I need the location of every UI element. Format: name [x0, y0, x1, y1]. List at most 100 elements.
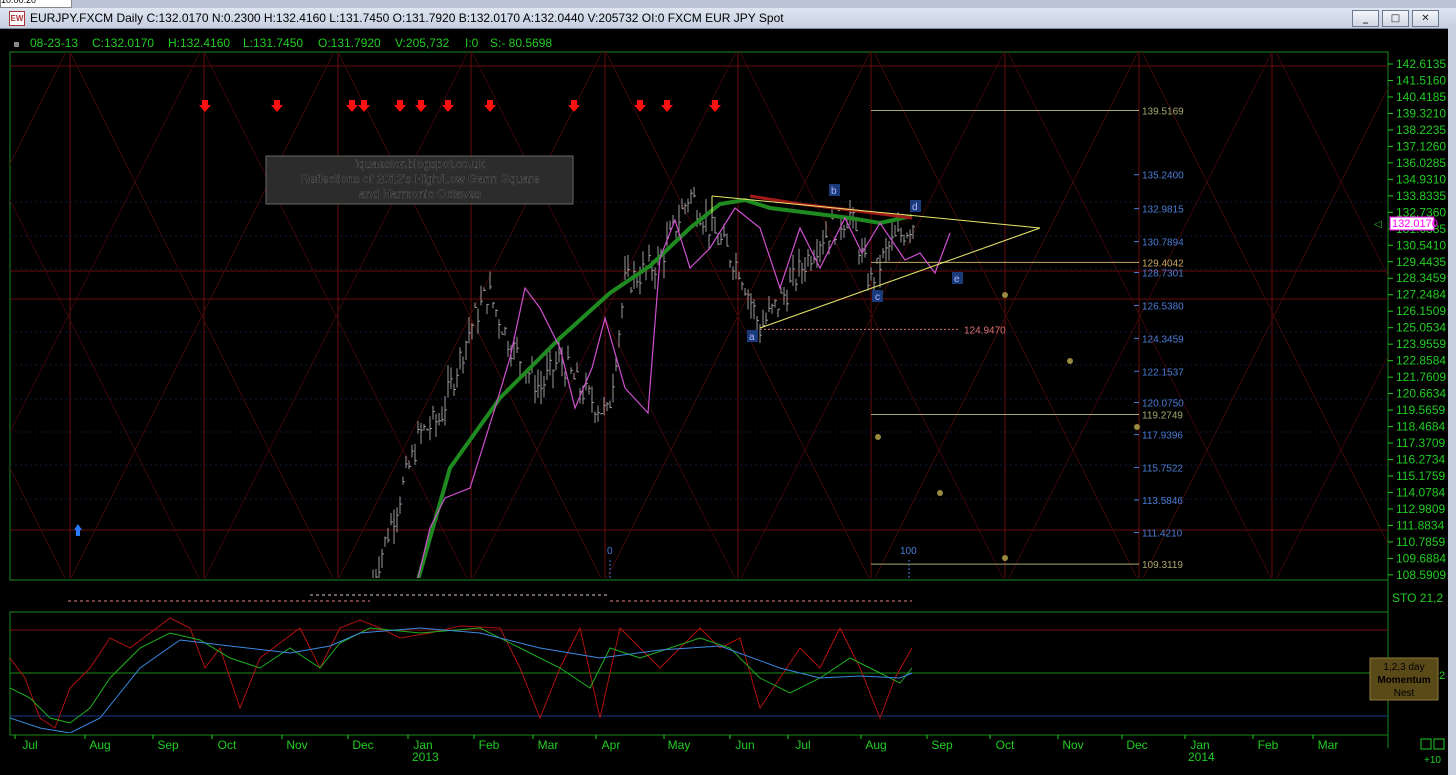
price-tick-label: 109.6884 [1396, 551, 1446, 565]
wave-label-b: b [831, 186, 837, 197]
stoch-green-line [10, 627, 913, 724]
level-label: 132.9815 [1142, 205, 1184, 216]
level-label: 124.9470 [964, 325, 1006, 336]
month-label: Apr [602, 738, 621, 752]
close-button[interactable]: ✕ [1412, 10, 1439, 27]
price-tick-label: 110.7859 [1396, 535, 1445, 549]
momentum-line2: Momentum [1377, 675, 1430, 686]
stoch-blue-line [10, 627, 913, 733]
price-tick-label: 119.5659 [1396, 403, 1445, 417]
price-tick-label: 126.1509 [1396, 304, 1446, 318]
cycle-label-100: 100 [900, 546, 917, 557]
level-label: 115.7522 [1142, 463, 1183, 474]
gann-diagonal [10, 52, 201, 434]
annotation-line3: and Harmonic Octaves [359, 187, 481, 201]
info-open: O:131.7920 [318, 36, 381, 50]
level-label: 122.1537 [1142, 367, 1184, 378]
price-tick-label: 136.0285 [1396, 156, 1446, 170]
price-tick-label: 112.9809 [1396, 502, 1445, 516]
current-price-label: 132.0170 [1392, 218, 1438, 230]
month-label: Aug [89, 738, 110, 752]
info-low: L:131.7450 [243, 36, 303, 50]
month-label: Dec [1126, 738, 1147, 752]
gann-dot [875, 434, 881, 440]
down-arrow-icon [415, 100, 427, 112]
month-label: Feb [479, 738, 500, 752]
month-label: Jul [22, 738, 37, 752]
month-label: Mar [538, 738, 559, 752]
gann-dot [937, 490, 943, 496]
info-high: H:132.4160 [168, 36, 230, 50]
current-price-marker: 132.0170 ◁ [1374, 216, 1438, 231]
momentum-line1: 1,2,3 day [1383, 662, 1424, 673]
price-tick-label: 141.5160 [1396, 73, 1446, 87]
month-label: Jul [795, 738, 810, 752]
price-tick-label: 122.8584 [1396, 354, 1446, 368]
price-tick-label: 111.8834 [1396, 518, 1445, 532]
right-scrollbar[interactable] [1448, 28, 1456, 775]
zoom-box-icon-2[interactable] [1433, 738, 1445, 750]
cycle-label-0: 0 [607, 546, 613, 557]
price-tick-label: 130.5410 [1396, 238, 1446, 252]
app-icon: EW [9, 11, 25, 26]
info-s: S:- 80.5698 [490, 36, 552, 50]
month-label: Nov [1062, 738, 1083, 752]
down-arrow-icon [568, 100, 580, 112]
price-tick-label: 138.2235 [1396, 123, 1446, 137]
price-tick-label: 142.6135 [1396, 57, 1446, 71]
price-tick-label: 125.0534 [1396, 321, 1446, 335]
price-tick-label: 116.2734 [1396, 453, 1445, 467]
price-tick-label: 139.3210 [1396, 106, 1446, 120]
level-label: 119.2749 [1142, 411, 1183, 422]
info-volume: V:205,732 [395, 36, 450, 50]
year-2014: 2014 [1188, 750, 1215, 764]
month-label: Jun [735, 738, 754, 752]
month-label: Oct [996, 738, 1015, 752]
price-tick-label: 134.9310 [1396, 172, 1446, 186]
down-arrow-icon [634, 100, 646, 112]
top-toolbar-strip: 10:00:20 [0, 0, 1456, 8]
month-label: Oct [218, 738, 237, 752]
gann-dot [1002, 292, 1008, 298]
down-arrow-icon [358, 100, 370, 112]
gann-diagonal [10, 198, 200, 578]
level-label: 117.9396 [1142, 431, 1183, 442]
info-bar: 08-23-13 C:132.0170 H:132.4160 L:131.745… [30, 36, 552, 50]
chart-area[interactable]: 139.5169135.2400132.9815130.7894129.4042… [0, 28, 1448, 775]
month-label: Sep [157, 738, 179, 752]
zoom-box-icon[interactable] [1420, 738, 1432, 750]
annotation-box: iquaestor.blogspot.co.uk Reflections of … [265, 155, 574, 205]
month-label: Mar [1318, 738, 1339, 752]
current-price-arrow-icon: ◁ [1374, 219, 1382, 230]
price-bars [372, 186, 915, 578]
info-oi: I:0 [465, 36, 479, 50]
price-tick-label: 140.4185 [1396, 90, 1446, 104]
down-arrow-icon [394, 100, 406, 112]
momentum-line3: Nest [1394, 688, 1415, 699]
annotation-line2: Reflections of 2012's High/Low Gann Squa… [300, 172, 539, 186]
down-arrow-icon [199, 100, 211, 112]
price-tick-label: 127.2484 [1396, 288, 1446, 302]
down-arrow-icon [484, 100, 496, 112]
price-axis[interactable]: 142.6135 141.5160 140.4185 139.3210 138.2235… [1388, 57, 1446, 582]
minimize-button[interactable]: _ [1352, 10, 1379, 27]
chart-window-titlebar[interactable]: EW EURJPY.FXCM Daily C:132.0170 N:0.2300… [0, 8, 1456, 29]
price-tick-label: 108.5909 [1396, 568, 1446, 582]
price-tick-label: 117.3709 [1396, 436, 1445, 450]
maximize-button[interactable]: □ [1382, 10, 1409, 27]
info-close: C:132.0170 [92, 36, 154, 50]
wave-label-d: d [912, 202, 918, 213]
window-title: EURJPY.FXCM Daily C:132.0170 N:0.2300 H:… [30, 11, 784, 25]
year-2013: 2013 [412, 750, 439, 764]
price-tick-label: 121.7609 [1396, 370, 1446, 384]
month-label: Feb [1258, 738, 1279, 752]
price-tick-label: 115.1759 [1396, 469, 1445, 483]
level-label: 109.3119 [1142, 560, 1183, 571]
price-tick-label: 137.1260 [1396, 139, 1446, 153]
level-label: 124.3459 [1142, 334, 1184, 345]
time-axis[interactable]: Jul Aug Sep Oct Nov Dec Jan Feb Mar Apr May Jun Jul A… [14, 735, 1339, 752]
wave-label-e: e [954, 274, 960, 285]
gann-grid [10, 52, 1388, 578]
level-label: 113.5846 [1142, 496, 1183, 507]
price-tick-label: 128.3459 [1396, 271, 1446, 285]
